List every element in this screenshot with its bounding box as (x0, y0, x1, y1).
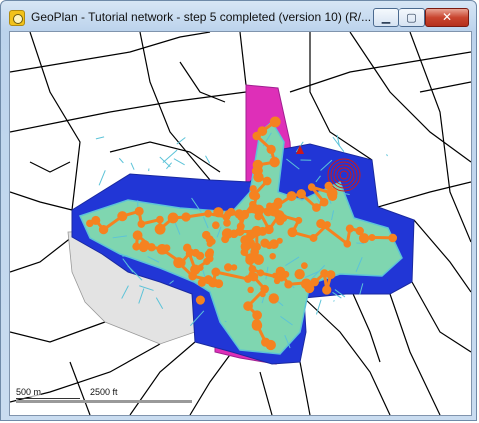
minimize-button[interactable]: ▁ (373, 8, 399, 27)
network-node[interactable] (368, 233, 376, 241)
map-view[interactable]: 500 m 2500 ft (9, 31, 472, 416)
network-node[interactable] (137, 220, 146, 228)
network-node[interactable] (250, 247, 260, 257)
network-node[interactable] (284, 280, 293, 289)
network-node[interactable] (258, 226, 268, 236)
network-node[interactable] (197, 264, 204, 272)
network-node[interactable] (309, 234, 318, 242)
network-node[interactable] (156, 215, 164, 224)
network-node[interactable] (252, 159, 264, 171)
network-node[interactable] (260, 238, 270, 248)
scale-line-imperial (16, 400, 192, 403)
network-node[interactable] (195, 295, 205, 305)
network-node[interactable] (246, 229, 257, 240)
network-node[interactable] (251, 319, 262, 329)
network-node[interactable] (181, 212, 191, 222)
network-node[interactable] (266, 144, 276, 154)
network-node[interactable] (239, 210, 250, 220)
network-node[interactable] (276, 237, 283, 244)
network-node[interactable] (257, 269, 265, 277)
scale-label-imperial: 2500 ft (90, 387, 118, 397)
network-node[interactable] (282, 270, 290, 278)
network-node[interactable] (212, 221, 220, 230)
title-bar[interactable]: GeoPlan - Tutorial network - step 5 comp… (1, 1, 476, 31)
network-node[interactable] (324, 181, 333, 191)
scale-bar: 500 m 2500 ft (10, 385, 200, 415)
close-button[interactable]: ✕ (425, 8, 469, 27)
geoplan-app-icon[interactable] (9, 10, 25, 26)
network-node[interactable] (248, 190, 259, 201)
network-node[interactable] (300, 278, 312, 290)
network-node[interactable] (307, 183, 316, 191)
network-node[interactable] (259, 291, 266, 298)
network-node[interactable] (269, 156, 280, 168)
network-node[interactable] (167, 212, 179, 224)
scale-line-metric (16, 398, 80, 399)
network-node[interactable] (223, 219, 231, 227)
network-node[interactable] (213, 207, 224, 218)
network-node[interactable] (301, 262, 308, 269)
network-node[interactable] (221, 228, 233, 240)
network-node[interactable] (176, 258, 186, 268)
network-node[interactable] (240, 241, 251, 252)
network-node[interactable] (132, 230, 143, 241)
network-node[interactable] (227, 207, 236, 217)
network-node[interactable] (117, 211, 128, 222)
network-node[interactable] (265, 339, 276, 351)
network-node[interactable] (257, 126, 268, 136)
network-node[interactable] (273, 277, 281, 285)
network-node[interactable] (206, 248, 215, 257)
network-node[interactable] (326, 270, 336, 280)
network-node[interactable] (274, 200, 283, 210)
scale-label-metric: 500 m (16, 387, 42, 397)
network-node[interactable] (209, 238, 216, 245)
network-node[interactable] (296, 189, 307, 199)
network-node[interactable] (247, 286, 254, 294)
network-node[interactable] (252, 310, 262, 321)
geoplan-window: GeoPlan - Tutorial network - step 5 comp… (0, 0, 477, 421)
network-node[interactable] (319, 197, 329, 207)
network-node[interactable] (224, 263, 233, 272)
network-node[interactable] (243, 301, 253, 311)
network-node[interactable] (279, 214, 288, 222)
network-node[interactable] (286, 191, 297, 202)
network-node[interactable] (358, 233, 370, 244)
network-node[interactable] (343, 240, 352, 248)
network-node[interactable] (206, 255, 214, 263)
network-node[interactable] (214, 279, 224, 289)
network-node[interactable] (316, 219, 326, 229)
network-node[interactable] (204, 209, 212, 218)
network-node[interactable] (154, 223, 166, 235)
map-canvas[interactable] (10, 32, 471, 415)
network-node[interactable] (134, 206, 144, 216)
network-node[interactable] (183, 243, 192, 253)
network-node[interactable] (244, 275, 252, 283)
network-node[interactable] (287, 227, 298, 238)
network-node[interactable] (268, 293, 279, 304)
network-node[interactable] (312, 203, 321, 212)
network-node[interactable] (195, 251, 205, 260)
network-node[interactable] (388, 233, 398, 243)
network-node[interactable] (262, 176, 272, 186)
network-node[interactable] (156, 243, 168, 255)
network-node[interactable] (249, 200, 257, 209)
network-node[interactable] (294, 269, 305, 280)
window-title: GeoPlan - Tutorial network - step 5 comp… (31, 10, 372, 24)
network-node[interactable] (269, 252, 276, 260)
network-node[interactable] (345, 224, 354, 233)
network-node[interactable] (269, 116, 281, 128)
network-node[interactable] (139, 240, 150, 251)
network-node[interactable] (211, 267, 221, 277)
network-node[interactable] (322, 285, 332, 295)
network-node[interactable] (327, 191, 338, 201)
network-node[interactable] (98, 224, 109, 235)
network-node[interactable] (197, 278, 206, 287)
network-node[interactable] (91, 215, 101, 225)
network-node[interactable] (202, 230, 211, 240)
maximize-button[interactable]: ▢ (399, 8, 425, 27)
network-node[interactable] (248, 265, 257, 273)
network-node[interactable] (295, 216, 303, 224)
